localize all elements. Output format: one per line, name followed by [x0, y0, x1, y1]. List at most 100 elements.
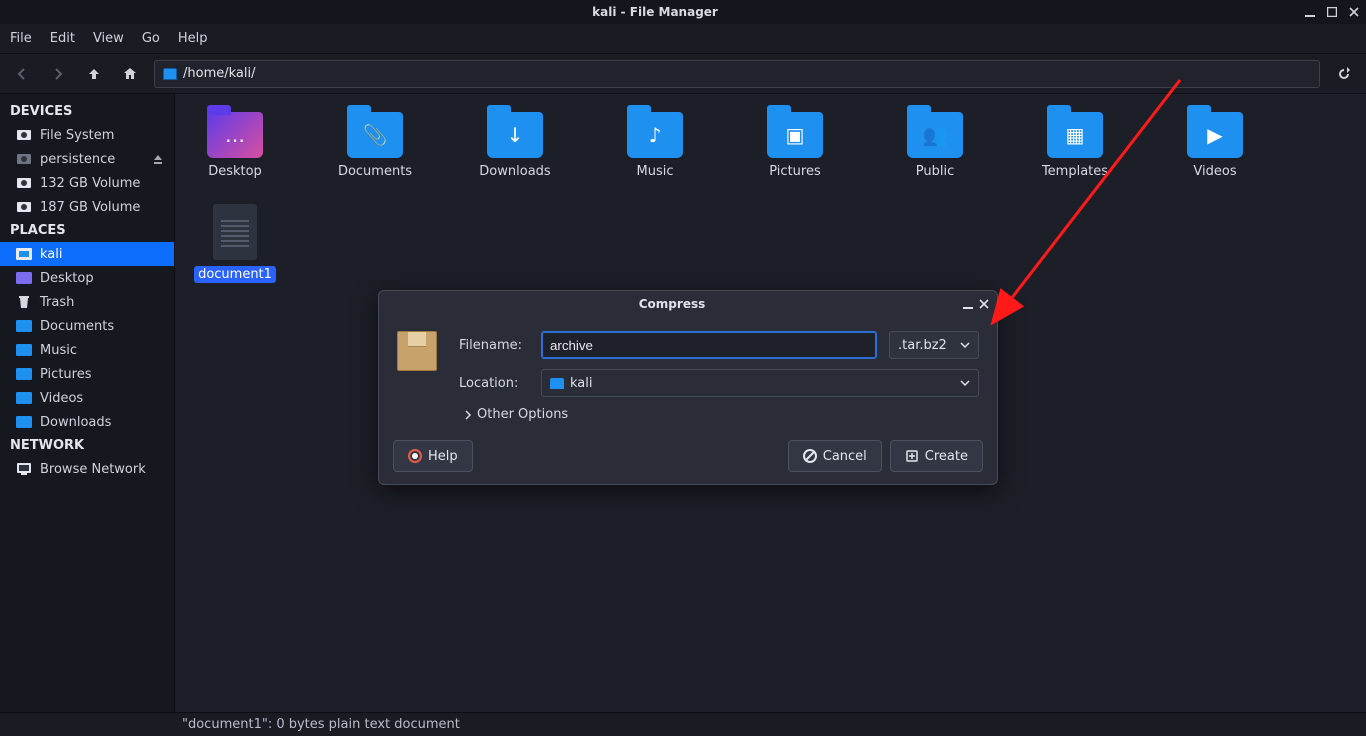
nav-back-button[interactable] — [10, 62, 34, 86]
drive-icon — [16, 151, 32, 167]
filename-input[interactable] — [541, 331, 877, 359]
nav-home-button[interactable] — [118, 62, 142, 86]
folder-item-documents[interactable]: 📎Documents — [335, 112, 415, 179]
sidebar-item-label: 132 GB Volume — [40, 176, 140, 191]
chevron-down-icon — [960, 378, 970, 388]
location-select[interactable]: kali — [541, 369, 979, 397]
other-options-label: Other Options — [477, 407, 568, 422]
cancel-button[interactable]: Cancel — [788, 440, 882, 472]
folder-item-downloads[interactable]: ↓Downloads — [475, 112, 555, 179]
folder-item-public[interactable]: 👥Public — [895, 112, 975, 179]
sidebar-item-browse-network[interactable]: Browse Network — [0, 457, 174, 481]
sidebar-item-label: File System — [40, 128, 114, 143]
minimize-button[interactable] — [1304, 6, 1316, 18]
sidebar-head-places: PLACES — [0, 219, 174, 242]
folder-icon: ♪ — [627, 112, 683, 158]
path-bar[interactable]: /home/kali/ — [154, 60, 1320, 88]
compress-dialog: Compress Filename: .tar.bz2 Location: ka… — [378, 290, 998, 485]
create-button[interactable]: Create — [890, 440, 983, 472]
extension-value: .tar.bz2 — [898, 338, 947, 353]
sidebar-head-devices: DEVICES — [0, 100, 174, 123]
sidebar-item-pictures[interactable]: Pictures — [0, 362, 174, 386]
menu-go[interactable]: Go — [142, 31, 160, 46]
nav-up-button[interactable] — [82, 62, 106, 86]
eject-icon[interactable] — [152, 153, 164, 165]
drive-icon — [16, 199, 32, 215]
archive-icon — [397, 331, 437, 371]
text-file-icon — [213, 204, 257, 260]
status-text: "document1": 0 bytes plain text document — [182, 717, 460, 732]
sidebar-item-music[interactable]: Music — [0, 338, 174, 362]
dialog-minimize-button[interactable] — [963, 299, 973, 309]
location-label: Location: — [459, 376, 529, 391]
sidebar-item-label: kali — [40, 247, 63, 262]
folder-label: Desktop — [208, 164, 262, 179]
network-icon — [16, 461, 32, 477]
folder-item-music[interactable]: ♪ Music — [615, 112, 695, 179]
folder-label: Documents — [338, 164, 412, 179]
sidebar-item-desktop[interactable]: Desktop — [0, 266, 174, 290]
close-button[interactable] — [1348, 6, 1360, 18]
chevron-right-icon — [463, 410, 473, 420]
sidebar-item-label: persistence — [40, 152, 115, 167]
sidebar-item-videos[interactable]: Videos — [0, 386, 174, 410]
folder-icon — [16, 414, 32, 430]
file-item-document1[interactable]: document1 — [195, 204, 275, 283]
sidebar-item-label: Music — [40, 343, 77, 358]
folder-icon: ▶ — [1187, 112, 1243, 158]
folder-item-templates[interactable]: ▦Templates — [1035, 112, 1115, 179]
sidebar-item-label: Browse Network — [40, 462, 146, 477]
maximize-button[interactable] — [1326, 6, 1338, 18]
folder-label: Pictures — [769, 164, 820, 179]
menu-bar: File Edit View Go Help — [0, 24, 1366, 54]
sidebar-item-label: Desktop — [40, 271, 94, 286]
folder-icon — [16, 318, 32, 334]
folder-icon: ↓ — [487, 112, 543, 158]
toolbar: /home/kali/ — [0, 54, 1366, 94]
menu-file[interactable]: File — [10, 31, 32, 46]
sidebar-item-187gb[interactable]: 187 GB Volume — [0, 195, 174, 219]
sidebar-item-persistence[interactable]: persistence — [0, 147, 174, 171]
menu-edit[interactable]: Edit — [50, 31, 75, 46]
folder-icon: ▣ — [767, 112, 823, 158]
folder-item-pictures[interactable]: ▣ Pictures — [755, 112, 835, 179]
dialog-close-button[interactable] — [979, 299, 989, 309]
folder-label: Templates — [1042, 164, 1108, 179]
dialog-titlebar[interactable]: Compress — [379, 291, 997, 317]
home-folder-icon — [16, 246, 32, 262]
file-label: document1 — [194, 266, 276, 283]
window-title: kali - File Manager — [6, 5, 1304, 19]
sidebar-item-132gb[interactable]: 132 GB Volume — [0, 171, 174, 195]
folder-item-videos[interactable]: ▶ Videos — [1175, 112, 1255, 179]
sidebar-item-label: Trash — [40, 295, 74, 310]
sidebar: DEVICES File System persistence 132 GB V… — [0, 94, 175, 712]
menu-help[interactable]: Help — [178, 31, 208, 46]
dialog-title: Compress — [387, 297, 957, 311]
folder-item-desktop[interactable]: …Desktop — [195, 112, 275, 179]
folder-label: Videos — [1193, 164, 1236, 179]
help-icon — [408, 449, 422, 463]
folder-icon — [16, 366, 32, 382]
cancel-label: Cancel — [823, 449, 867, 464]
folder-icon: 👥 — [907, 112, 963, 158]
sidebar-item-downloads[interactable]: Downloads — [0, 410, 174, 434]
create-icon — [905, 449, 919, 463]
cancel-icon — [803, 449, 817, 463]
help-button[interactable]: Help — [393, 440, 473, 472]
sidebar-item-kali[interactable]: kali — [0, 242, 174, 266]
sidebar-item-label: Videos — [40, 391, 83, 406]
sidebar-item-filesystem[interactable]: File System — [0, 123, 174, 147]
window-titlebar: kali - File Manager — [0, 0, 1366, 24]
filename-label: Filename: — [459, 338, 529, 353]
nav-forward-button[interactable] — [46, 62, 70, 86]
other-options-expander[interactable]: Other Options — [463, 407, 979, 422]
sidebar-item-label: Downloads — [40, 415, 111, 430]
sidebar-item-trash[interactable]: Trash — [0, 290, 174, 314]
help-label: Help — [428, 449, 458, 464]
sidebar-item-documents[interactable]: Documents — [0, 314, 174, 338]
reload-button[interactable] — [1332, 62, 1356, 86]
menu-view[interactable]: View — [93, 31, 124, 46]
extension-select[interactable]: .tar.bz2 — [889, 331, 979, 359]
folder-label: Music — [637, 164, 674, 179]
drive-icon — [16, 127, 32, 143]
